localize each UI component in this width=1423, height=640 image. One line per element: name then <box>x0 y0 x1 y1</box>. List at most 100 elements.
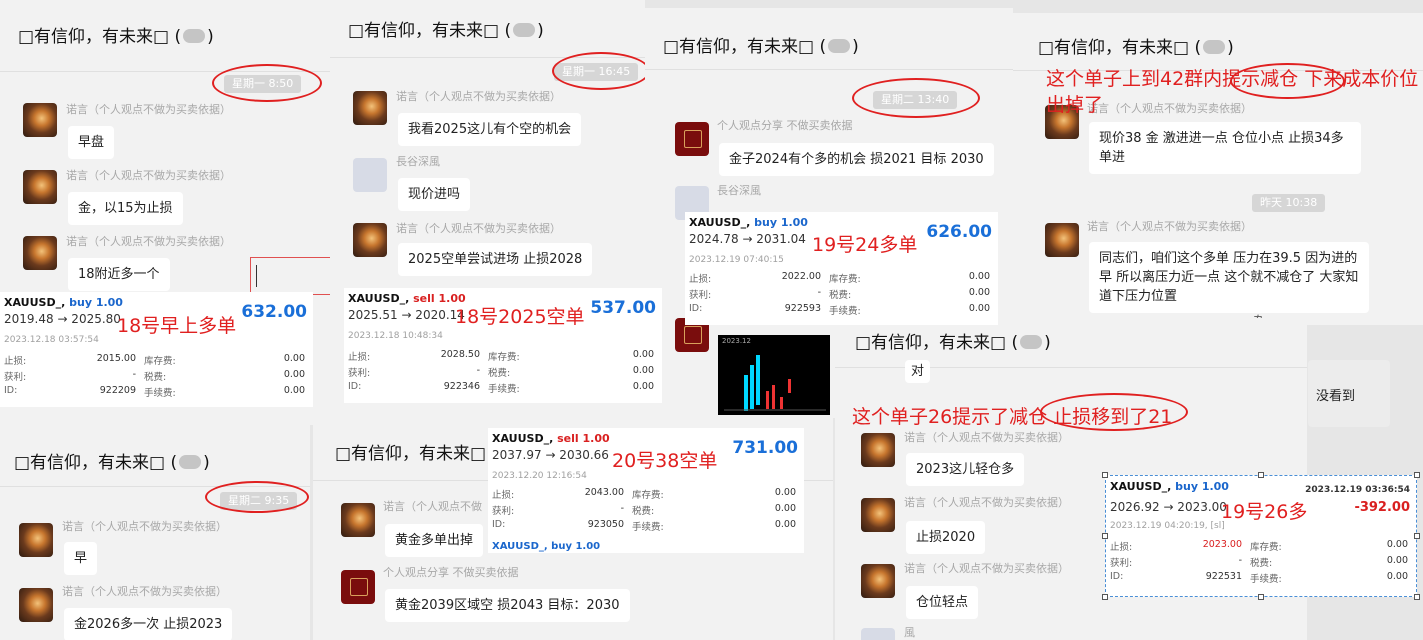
highlight-oval <box>205 481 309 513</box>
sender-name: 诺言（个人观点不做为买卖依据） <box>396 90 561 103</box>
resize-handle[interactable] <box>1258 594 1264 600</box>
message-bubble[interactable]: 早 <box>64 542 98 575</box>
message-bubble[interactable]: 现价进吗 <box>398 178 471 211</box>
resize-handle[interactable] <box>1414 594 1420 600</box>
avatar[interactable] <box>19 588 53 622</box>
sender-name: 诺言（个人观点不做为买卖依据） <box>1087 220 1252 233</box>
blurred-count <box>1203 40 1226 54</box>
sender-name: 長谷深風 <box>396 155 440 168</box>
avatar[interactable] <box>353 158 387 192</box>
message-bubble[interactable]: 早盘 <box>68 126 115 159</box>
avatar[interactable] <box>675 122 709 156</box>
trade-prices: 2026.92 → 2023.00 <box>1110 500 1227 514</box>
blurred-count <box>1020 335 1043 349</box>
trade-date: 2023.12.19 07:40:15 <box>689 255 784 265</box>
annotation-note: 19号24多单 <box>812 234 918 256</box>
avatar[interactable] <box>341 503 375 537</box>
trade-profit: 537.00 <box>590 298 656 318</box>
trade-card[interactable]: XAUUSD_, buy 1.00 2024.78 → 2031.04 626.… <box>685 212 998 325</box>
highlight-oval <box>1040 393 1188 431</box>
avatar[interactable] <box>23 103 57 137</box>
chat-panel-5: □有信仰，有未来□ () 星期二 9:35 诺言（个人观点不做为买卖依据） 早 … <box>0 425 310 640</box>
trade-card[interactable]: XAUUSD_, buy 1.00 2023.12.19 03:36:54 20… <box>1102 472 1420 600</box>
next-card-peek: XAUUSD_, buy 1.00 <box>492 541 601 552</box>
chat-title: □有信仰，有未来□ () <box>1038 38 1234 58</box>
chat-title: □有信仰，有未来□ () <box>855 333 1051 353</box>
sender-name: 诺言（个人观点不做为买卖依据） <box>66 235 231 248</box>
chat-title: □有信仰，有未来□ () <box>663 37 859 57</box>
trade-symbol: XAUUSD_, buy 1.00 <box>1110 480 1229 493</box>
highlight-oval <box>852 78 980 118</box>
blurred-count <box>513 23 536 37</box>
trade-date: 2023.12.18 03:57:54 <box>4 335 99 345</box>
annotation-note: 19号26多 <box>1221 501 1308 523</box>
chart-screenshot[interactable]: 2023.12 <box>718 335 830 418</box>
avatar[interactable] <box>861 433 895 467</box>
avatar[interactable] <box>861 628 895 640</box>
highlight-oval <box>212 64 322 102</box>
blurred-count <box>828 39 851 53</box>
message-bubble[interactable]: 同志们，咱们这个多单 压力在39.5 因为进的早 所以离压力近一点 这个就不减仓… <box>1089 242 1369 313</box>
chat-header: □有信仰，有未来□ () <box>0 0 330 72</box>
annotation-note: 20号38空单 <box>612 450 718 472</box>
trade-date: 2023.12.20 12:16:54 <box>492 471 587 481</box>
avatar[interactable] <box>23 236 57 270</box>
blurred-count <box>179 455 202 469</box>
message-bubble[interactable]: 2025空单尝试进场 止损2028 <box>398 243 593 276</box>
chat-title: □有信仰，有未来□ () <box>18 27 214 47</box>
avatar[interactable] <box>861 564 895 598</box>
trade-symbol: XAUUSD_, sell 1.00 <box>348 292 466 305</box>
message-bubble[interactable]: 我看2025这儿有个空的机会 <box>398 113 582 146</box>
chat-header: □有信仰，有未来□ () <box>330 0 645 58</box>
message-bubble[interactable]: 金2026多一次 止损2023 <box>64 608 233 640</box>
message-bubble[interactable]: 仓位轻点 <box>906 586 979 619</box>
sender-name: 诺言（个人观点不做为买卖依据） <box>904 496 1069 509</box>
avatar[interactable] <box>19 523 53 557</box>
sender-name: 诺言（个人观点不做为买卖依据） <box>62 520 227 533</box>
message-bubble[interactable]: 现价38 金 激进进一点 仓位小点 止损34多单进 <box>1089 122 1361 174</box>
resize-handle[interactable] <box>1102 472 1108 478</box>
text-cursor <box>256 265 257 287</box>
side-fragment: 没看到 <box>1308 360 1390 427</box>
resize-handle[interactable] <box>1414 472 1420 478</box>
message-bubble[interactable]: 18附近多一个 <box>68 258 170 291</box>
timestamp: 昨天 10:38 <box>1252 194 1326 212</box>
chat-header: □有信仰，有未来□ () <box>1013 13 1423 71</box>
annotation-note: 18号早上多单 <box>117 315 237 337</box>
sender-name: 诺言（个人观点不做为买卖依据） <box>396 222 561 235</box>
sender-name: 诺言（个人观点不做为买卖依据） <box>66 169 231 182</box>
resize-handle[interactable] <box>1102 533 1108 539</box>
trade-close-time: 2023.12.19 03:36:54 <box>1305 485 1410 495</box>
chat-title: □有信仰，有未来□ <box>335 444 487 464</box>
sender-name: 诺言（个人观点不做为买卖依据） <box>66 103 231 116</box>
avatar[interactable] <box>353 223 387 257</box>
chat-panel-4: □有信仰，有未来□ () 诺言（个人观点不做为买卖依据） 现价38 金 激进进一… <box>1013 13 1423 325</box>
chat-header: □有信仰，有未来□ () <box>645 8 1013 70</box>
message-bubble[interactable]: 对 <box>905 360 931 383</box>
sender-name: 个人观点分享 不做买卖依据 <box>717 119 853 132</box>
resize-handle[interactable] <box>1102 594 1108 600</box>
message-bubble[interactable]: 2023这儿轻仓多 <box>906 453 1025 486</box>
avatar[interactable] <box>861 498 895 532</box>
avatar[interactable] <box>341 570 375 604</box>
avatar[interactable] <box>353 91 387 125</box>
trade-date: 2023.12.19 04:20:19, [sl] <box>1110 521 1225 531</box>
trade-profit: -392.00 <box>1354 500 1410 515</box>
resize-handle[interactable] <box>1414 533 1420 539</box>
trade-profit: 626.00 <box>926 222 992 242</box>
message-bubble[interactable]: 黄金多单出掉 <box>385 524 484 557</box>
trade-prices: 2037.97 → 2030.66 <box>492 448 609 462</box>
message-bubble[interactable]: 黄金2039区域空 损2043 目标：2030 <box>385 589 630 622</box>
message-bubble[interactable]: 止损2020 <box>906 521 986 554</box>
sender-name: 诺言（个人观点不做为买卖依据） <box>904 431 1069 444</box>
trade-card[interactable]: XAUUSD_, buy 1.00 2019.48 → 2025.80 632.… <box>0 292 313 407</box>
trade-prices: 2025.51 → 2020.14 <box>348 308 465 322</box>
trade-profit: 632.00 <box>241 302 307 322</box>
avatar[interactable] <box>23 170 57 204</box>
message-bubble[interactable]: 金子2024有个多的机会 损2021 目标 2030 <box>719 143 994 176</box>
trade-prices: 2019.48 → 2025.80 <box>4 312 121 326</box>
message-bubble[interactable]: 金，以15为止损 <box>68 192 183 225</box>
sender-name: 長谷深風 <box>717 184 761 197</box>
resize-handle[interactable] <box>1258 472 1264 478</box>
avatar[interactable] <box>1045 223 1079 257</box>
